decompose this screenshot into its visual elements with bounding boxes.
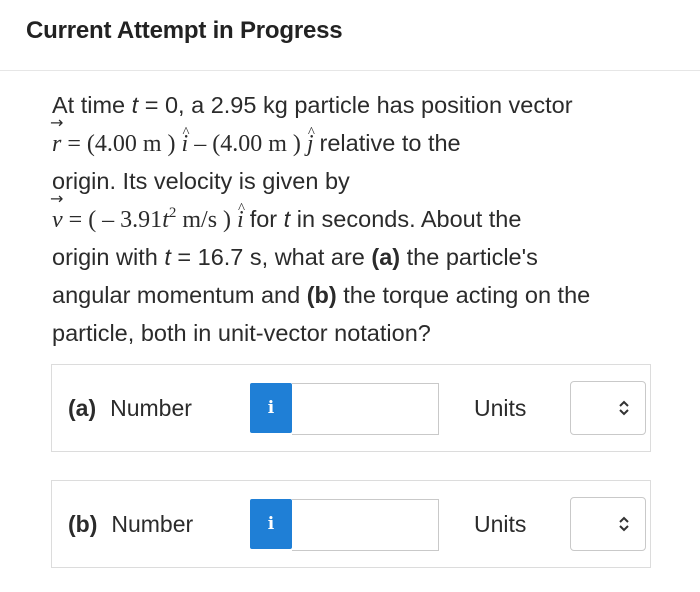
units-select-a[interactable] <box>570 381 646 435</box>
question-fragment: the particle's <box>400 244 538 270</box>
part-b-label: (b) <box>306 282 337 308</box>
info-icon[interactable]: i <box>250 499 292 549</box>
question-line: angular momentum and (b) the torque acti… <box>52 276 652 314</box>
question-line: → v = ( – 3.91t2 m/s ) ^ i for t in second… <box>50 189 652 238</box>
units-label: Units <box>474 511 527 537</box>
chevron-up-down-icon <box>619 516 629 532</box>
question-text: At time t = 0, a 2.95 kg particle has po… <box>50 86 652 352</box>
header: Current Attempt in Progress <box>0 0 700 71</box>
number-input-a[interactable] <box>292 383 439 435</box>
question-fragment: origin with <box>52 244 165 270</box>
question-fragment: in seconds. About the <box>290 206 522 232</box>
position-vector-symbol: → r <box>50 113 64 158</box>
question-line: origin with t = 16.7 s, what are (a) the… <box>52 238 652 276</box>
chevron-up-down-icon <box>619 400 629 416</box>
vector-arrow-icon: → <box>50 189 64 208</box>
answer-row-b: (b) Number i Units <box>51 480 651 568</box>
question-fragment: At time <box>52 92 132 118</box>
unit-vector-j: ^ j <box>306 125 315 157</box>
velocity-expression: = ( – 3.91 <box>62 207 163 233</box>
part-label: (a) <box>68 395 97 421</box>
question-line: origin. Its velocity is given by <box>52 168 350 194</box>
answer-label: (b) Number <box>68 511 193 538</box>
question-fragment: = 16.7 s, what are <box>170 244 372 270</box>
units-label: Units <box>474 395 527 421</box>
answer-label: (a) Number <box>68 395 192 422</box>
position-expression: – (4.00 m ) <box>188 131 307 157</box>
question-fragment: angular momentum and <box>52 282 307 308</box>
number-input-b[interactable] <box>292 499 439 551</box>
part-a-label: (a) <box>371 244 401 270</box>
units-select-b[interactable] <box>570 497 646 551</box>
unit-vector-i: ^ i <box>181 125 190 157</box>
question-fragment: relative to the <box>319 130 461 156</box>
question-line: particle, both in unit-vector notation? <box>52 320 431 346</box>
answer-row-a: (a) Number i Units <box>51 364 651 452</box>
part-label: (b) <box>68 511 98 537</box>
vector-arrow-icon: → <box>50 113 64 132</box>
question-fragment: the torque acting on the <box>336 282 591 308</box>
page-title: Current Attempt in Progress <box>26 17 343 44</box>
variable-t: t <box>162 207 169 233</box>
velocity-vector-symbol: → v <box>50 189 64 234</box>
velocity-expression: m/s ) <box>176 207 238 233</box>
info-icon[interactable]: i <box>250 383 292 433</box>
unit-vector-i: ^ i <box>237 201 246 233</box>
question-fragment: = 0, a 2.95 kg particle has position vec… <box>138 92 573 118</box>
question-fragment: for <box>249 206 284 232</box>
number-label: Number <box>110 395 192 421</box>
question-line: → r = (4.00 m ) ^ i – (4.00 m ) ^ j relativ… <box>50 113 652 162</box>
question-line: At time t = 0, a 2.95 kg particle has po… <box>52 86 652 124</box>
number-label: Number <box>111 511 194 537</box>
position-expression: = (4.00 m ) <box>61 131 182 157</box>
